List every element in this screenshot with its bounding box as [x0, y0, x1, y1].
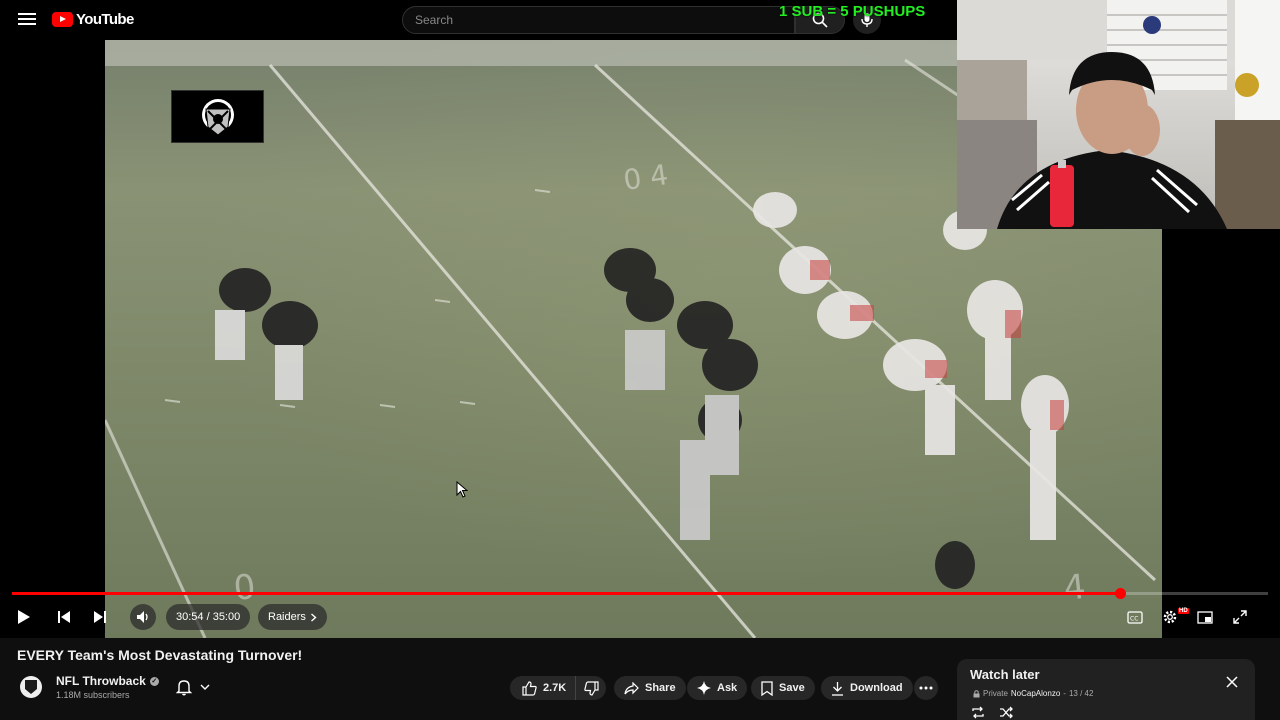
playlist-meta: Private NoCapAlonzo - 13 / 42	[973, 689, 1093, 698]
like-dislike-group: 2.7K	[510, 676, 606, 700]
logo-text: YouTube	[76, 11, 134, 28]
share-label: Share	[645, 682, 676, 694]
notifications-button[interactable]	[168, 675, 218, 699]
download-icon	[832, 681, 843, 696]
bell-icon	[176, 679, 192, 695]
raiders-logo	[171, 90, 264, 143]
close-playlist-button[interactable]	[1224, 674, 1240, 690]
progress-bar[interactable]	[12, 588, 1268, 599]
fullscreen-icon	[1233, 610, 1247, 624]
bookmark-icon	[761, 680, 773, 696]
channel-name[interactable]: NFL Throwback ✓	[56, 674, 159, 688]
save-button[interactable]: Save	[751, 676, 815, 700]
ask-button[interactable]: Ask	[687, 676, 748, 700]
verified-icon: ✓	[149, 676, 159, 686]
channel-avatar[interactable]	[20, 676, 42, 698]
stream-promo-text: 1 SUB = 5 PUSHUPS	[779, 3, 926, 20]
miniplayer-icon	[1197, 610, 1213, 624]
more-actions-button[interactable]	[914, 676, 938, 700]
youtube-logo[interactable]: YouTube	[52, 11, 134, 28]
playlist-panel: Watch later Private NoCapAlonzo - 13 / 4…	[957, 659, 1255, 720]
chapter-button[interactable]: Raiders	[258, 604, 327, 630]
like-count: 2.7K	[543, 682, 567, 694]
previous-button[interactable]	[52, 604, 76, 630]
sparkle-icon	[697, 681, 711, 695]
time-display: 30:54 / 35:00	[166, 604, 251, 630]
progress-played	[12, 592, 1120, 595]
ask-label: Ask	[717, 682, 738, 694]
shuffle-icon[interactable]	[999, 706, 1013, 719]
search-box[interactable]	[402, 6, 795, 34]
playlist-title[interactable]: Watch later	[970, 667, 1040, 682]
hd-badge: HD	[1178, 608, 1189, 614]
video-player[interactable]: 0 4 0 4 YouTube Search 1 SUB = 5 PUSHUPS…	[0, 0, 1280, 638]
captions-icon: CC	[1127, 610, 1143, 624]
chevron-right-icon	[310, 612, 317, 622]
play-icon	[18, 610, 30, 624]
save-label: Save	[779, 682, 805, 694]
menu-button[interactable]	[16, 10, 38, 30]
menu-icon-bar	[18, 23, 36, 25]
play-button[interactable]	[12, 604, 36, 630]
playlist-owner[interactable]: NoCapAlonzo	[1011, 689, 1060, 698]
time-text: 30:54 / 35:00	[176, 611, 241, 623]
thumbs-down-icon	[583, 680, 599, 696]
player-controls: 30:54 / 35:00 Raiders CC	[0, 600, 1280, 634]
svg-text:0 4: 0 4	[621, 158, 670, 197]
share-button[interactable]: Share	[614, 676, 686, 700]
more-horizontal-icon	[919, 686, 933, 690]
video-title: EVERY Team's Most Devastating Turnover!	[17, 647, 303, 663]
subscriber-count: 1.18M subscribers	[56, 690, 130, 700]
menu-icon-bar	[18, 18, 36, 20]
chevron-down-icon	[200, 684, 210, 690]
fullscreen-button[interactable]	[1228, 604, 1252, 630]
loop-icon[interactable]	[971, 706, 985, 719]
gear-icon	[1163, 610, 1177, 624]
like-button[interactable]: 2.7K	[510, 676, 577, 700]
playlist-controls	[971, 706, 1013, 719]
shield-icon	[201, 98, 234, 136]
close-icon	[1226, 676, 1238, 688]
playlist-position: 13 / 42	[1068, 689, 1094, 698]
streamer-webcam-scene	[957, 0, 1280, 229]
playlist-separator: -	[1063, 689, 1066, 698]
svg-text:CC: CC	[1130, 615, 1138, 622]
play-logo-icon	[52, 12, 73, 27]
playlist-privacy: Private	[983, 689, 1008, 698]
search-input[interactable]	[403, 7, 794, 33]
chapter-label: Raiders	[268, 611, 306, 623]
thumbs-up-icon	[522, 680, 537, 696]
volume-button[interactable]	[130, 604, 156, 630]
mouse-cursor-icon	[456, 481, 468, 498]
captions-button[interactable]: CC	[1123, 604, 1147, 630]
share-icon	[624, 681, 639, 694]
dislike-button[interactable]	[576, 676, 606, 700]
lock-icon	[973, 689, 980, 697]
miniplayer-button[interactable]	[1193, 604, 1217, 630]
download-label: Download	[850, 682, 903, 694]
webcam-overlay	[957, 0, 1280, 229]
next-button[interactable]	[88, 604, 112, 630]
progress-scrubber[interactable]	[1115, 588, 1126, 599]
download-button[interactable]: Download	[821, 676, 913, 700]
channel-name-text: NFL Throwback	[56, 674, 146, 688]
nfl-shield-icon	[25, 680, 37, 694]
volume-icon	[137, 611, 148, 623]
skip-next-icon	[94, 611, 106, 623]
menu-icon-bar	[18, 13, 36, 15]
skip-previous-icon	[58, 611, 70, 623]
